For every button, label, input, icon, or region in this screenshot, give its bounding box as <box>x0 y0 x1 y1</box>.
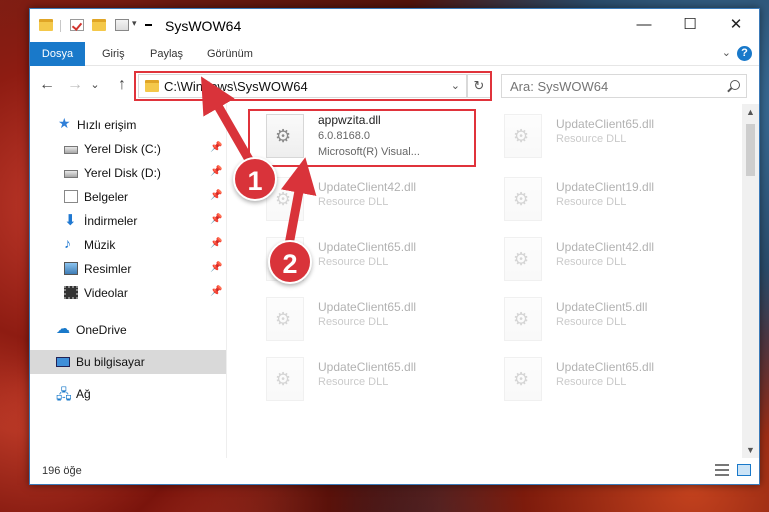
arrow-step-2 <box>281 157 317 255</box>
step-2-badge: 2 <box>268 240 312 284</box>
step-1-badge: 1 <box>233 157 277 201</box>
annotation-arrows <box>201 76 317 255</box>
